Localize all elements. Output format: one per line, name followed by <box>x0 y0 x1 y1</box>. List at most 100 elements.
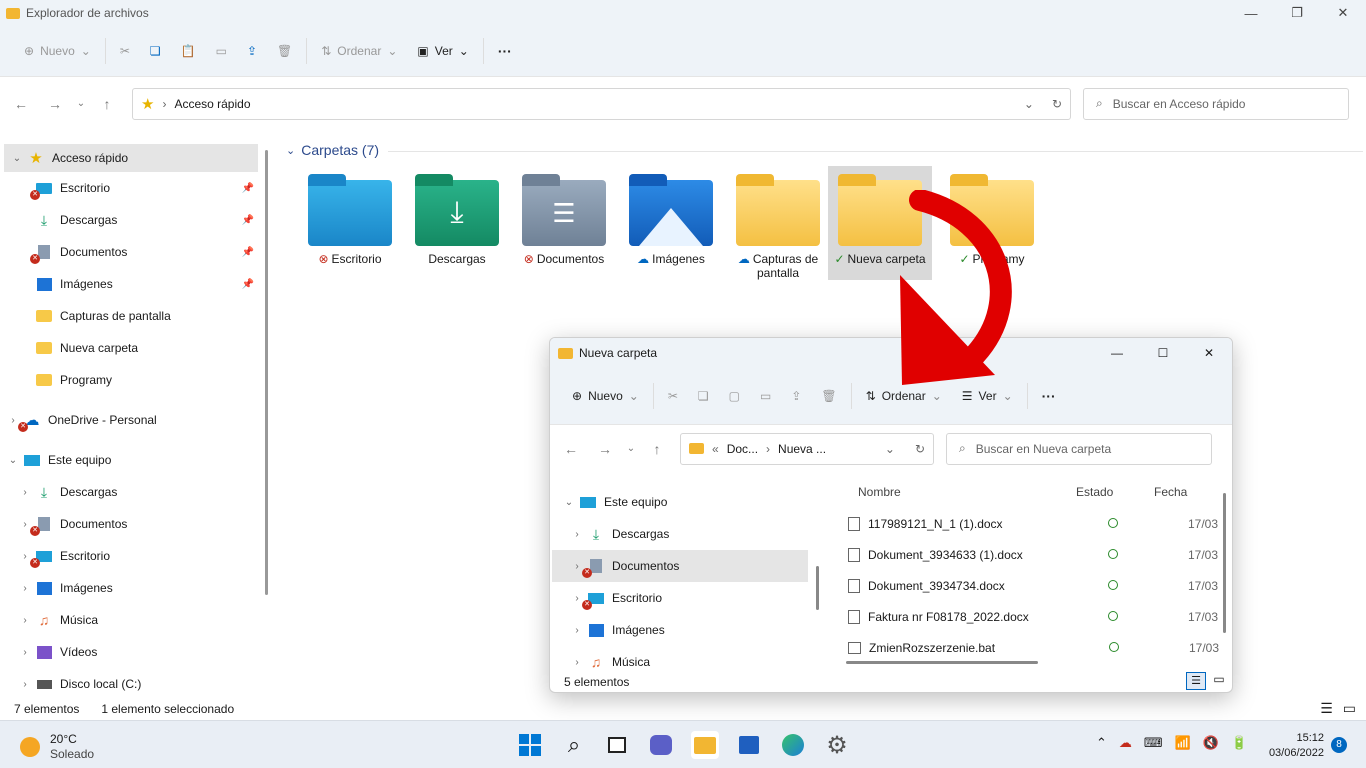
sidebar-item-pc-videos[interactable]: › Vídeos <box>0 636 262 668</box>
file-list-vscrollbar[interactable] <box>1223 493 1226 633</box>
rename-button[interactable]: ▭ <box>750 380 781 412</box>
nav-item-descargas[interactable]: › ⤓ Descargas <box>550 518 812 550</box>
notification-badge[interactable]: 8 <box>1331 737 1347 753</box>
task-view-button[interactable] <box>603 731 631 759</box>
recent-locations-button[interactable]: ⌄ <box>72 98 90 109</box>
paste-button[interactable]: ▢ <box>719 380 750 412</box>
file-explorer-taskbar-button[interactable] <box>691 731 719 759</box>
sidebar-item-pc-imagenes[interactable]: › Imágenes <box>0 572 262 604</box>
close-button[interactable]: ✕ <box>1186 346 1232 360</box>
sidebar-item-pc-escritorio[interactable]: › ✕ Escritorio <box>0 540 262 572</box>
sidebar-item-este-equipo[interactable]: ⌄ Este equipo <box>0 444 262 476</box>
copy-button[interactable]: ❏ <box>140 35 171 67</box>
sidebar-item-documentos[interactable]: ✕ Documentos 📌 <box>0 236 262 268</box>
chevron-right-icon[interactable]: › <box>16 487 34 498</box>
minimize-button[interactable]: — <box>1228 0 1274 26</box>
copy-button[interactable]: ❏ <box>688 380 719 412</box>
edge-button[interactable] <box>779 731 807 759</box>
up-button[interactable]: ↑ <box>640 441 674 457</box>
folder-tile-documentos[interactable]: ☰ ⊗ Documentos <box>512 166 616 280</box>
file-row[interactable]: 117989121_N_1 (1).docx 17/03 <box>828 508 1222 539</box>
maximize-button[interactable]: ☐ <box>1140 346 1186 360</box>
column-header-status[interactable]: Estado <box>1074 485 1154 499</box>
folder-tile-imagenes[interactable]: ☁ Imágenes <box>619 166 723 280</box>
sidebar-item-quick-access[interactable]: ⌄ ★ Acceso rápido <box>4 144 258 172</box>
file-row[interactable]: ZmienRozszerzenie.bat 17/03 <box>828 632 1222 658</box>
chevron-right-icon[interactable]: › <box>16 679 34 690</box>
chevron-up-icon[interactable]: ⌃ <box>1096 735 1107 751</box>
sidebar-item-onedrive[interactable]: › ☁ ✕ OneDrive - Personal <box>0 404 262 436</box>
up-button[interactable]: ↑ <box>90 96 124 112</box>
cut-button[interactable]: ✂ <box>658 380 688 412</box>
details-view-icon[interactable]: ☰ <box>1186 672 1206 690</box>
search-input[interactable]: ⌕ Buscar en Acceso rápido <box>1083 87 1349 120</box>
start-button[interactable] <box>516 731 544 759</box>
file-list-hscrollbar[interactable] <box>846 661 1038 664</box>
sidebar-item-escritorio[interactable]: ✕ Escritorio 📌 <box>0 172 262 204</box>
store-button[interactable] <box>735 731 763 759</box>
weather-widget[interactable]: 20°C Soleado <box>20 732 94 762</box>
share-button[interactable]: ⇪ <box>237 35 267 67</box>
popup-search-input[interactable]: ⌕ Buscar en Nueva carpeta <box>946 432 1212 465</box>
sidebar-scrollbar[interactable] <box>265 150 268 595</box>
breadcrumb-segment[interactable]: Nueva ... <box>778 442 826 456</box>
nav-item-este-equipo[interactable]: ⌄ Este equipo <box>550 486 812 518</box>
sidebar-item-imagenes[interactable]: Imágenes 📌 <box>0 268 262 300</box>
details-view-icon[interactable]: ☰ <box>1320 700 1333 717</box>
file-row[interactable]: Dokument_3934633 (1).docx 17/03 <box>828 539 1222 570</box>
recent-locations-button[interactable]: ⌄ <box>622 443 640 454</box>
view-button[interactable]: ☰ Ver ⌄ <box>952 380 1023 412</box>
close-button[interactable]: ✕ <box>1320 0 1366 26</box>
column-header-date[interactable]: Fecha <box>1154 485 1187 499</box>
forward-button[interactable]: → <box>38 96 72 112</box>
folder-tile-descargas[interactable]: ⤓ Descargas <box>405 166 509 280</box>
folder-tile-nueva-carpeta[interactable]: ✓ Nueva carpeta <box>828 166 932 280</box>
chevron-right-icon[interactable]: › <box>16 647 34 658</box>
sort-button[interactable]: ⇅ Ordenar ⌄ <box>856 380 952 412</box>
chat-button[interactable] <box>647 731 675 759</box>
folder-tile-capturas[interactable]: ☁ Capturas de pantalla <box>726 166 830 280</box>
cut-button[interactable]: ✂ <box>110 35 140 67</box>
new-button[interactable]: ⊕ Nuevo ⌄ <box>562 380 649 412</box>
file-row[interactable]: Dokument_3934734.docx 17/03 <box>828 570 1222 601</box>
sidebar-item-capturas[interactable]: Capturas de pantalla <box>0 300 262 332</box>
chevron-right-icon[interactable]: › <box>16 615 34 626</box>
battery-icon[interactable]: 🔋 <box>1231 735 1247 751</box>
more-options-button[interactable]: ··· <box>1032 380 1066 412</box>
settings-button[interactable]: ⚙ <box>823 731 851 759</box>
delete-button[interactable]: 🗑 <box>267 35 302 67</box>
clock[interactable]: 15:12 03/06/2022 <box>1256 731 1324 761</box>
address-dropdown-icon[interactable]: ⌄ <box>1024 97 1034 111</box>
new-button[interactable]: ⊕ Nuevo ⌄ <box>14 35 101 67</box>
popup-nav-scrollbar[interactable] <box>816 566 819 610</box>
folders-section-header[interactable]: ⌄ Carpetas (7) <box>286 142 379 158</box>
paste-button[interactable]: 📋 <box>171 35 206 67</box>
address-dropdown-icon[interactable]: ⌄ <box>885 442 895 456</box>
column-header-name[interactable]: Nombre <box>858 485 1074 499</box>
view-button[interactable]: ▣ Ver ⌄ <box>407 35 478 67</box>
sidebar-item-pc-disco-c[interactable]: › Disco local (C:) <box>0 668 262 697</box>
tiles-view-icon[interactable]: ▭ <box>1343 700 1356 717</box>
folder-tile-escritorio[interactable]: ⊗ Escritorio <box>298 166 402 280</box>
sort-button[interactable]: ⇅ Ordenar ⌄ <box>311 35 407 67</box>
address-bar[interactable]: ★ › Acceso rápido ⌄ ↻ <box>132 87 1071 120</box>
search-taskbar-button[interactable]: ⌕ <box>560 731 588 759</box>
more-options-button[interactable]: ··· <box>488 35 522 67</box>
maximize-button[interactable]: ❐ <box>1274 0 1320 26</box>
tiles-view-icon[interactable]: ▭ <box>1210 672 1228 690</box>
nav-item-documentos[interactable]: › ✕ Documentos <box>552 550 808 582</box>
keyboard-icon[interactable]: ⌨ <box>1144 735 1163 751</box>
back-button[interactable]: ← <box>554 441 588 457</box>
folder-tile-programy[interactable]: ✓ Programy <box>940 166 1044 280</box>
wifi-icon[interactable]: 📶 <box>1175 735 1191 751</box>
back-button[interactable]: ← <box>4 96 38 112</box>
minimize-button[interactable]: — <box>1094 346 1140 360</box>
share-button[interactable]: ⇪ <box>781 380 811 412</box>
sidebar-item-nueva-carpeta[interactable]: Nueva carpeta <box>0 332 262 364</box>
delete-button[interactable]: 🗑 <box>811 380 846 412</box>
forward-button[interactable]: → <box>588 441 622 457</box>
nav-item-imagenes[interactable]: › Imágenes <box>550 614 812 646</box>
chevron-down-icon[interactable]: ⌄ <box>8 153 26 164</box>
volume-muted-icon[interactable]: 🔇 <box>1203 735 1219 751</box>
file-row[interactable]: Faktura nr F08178_2022.docx 17/03 <box>828 601 1222 632</box>
